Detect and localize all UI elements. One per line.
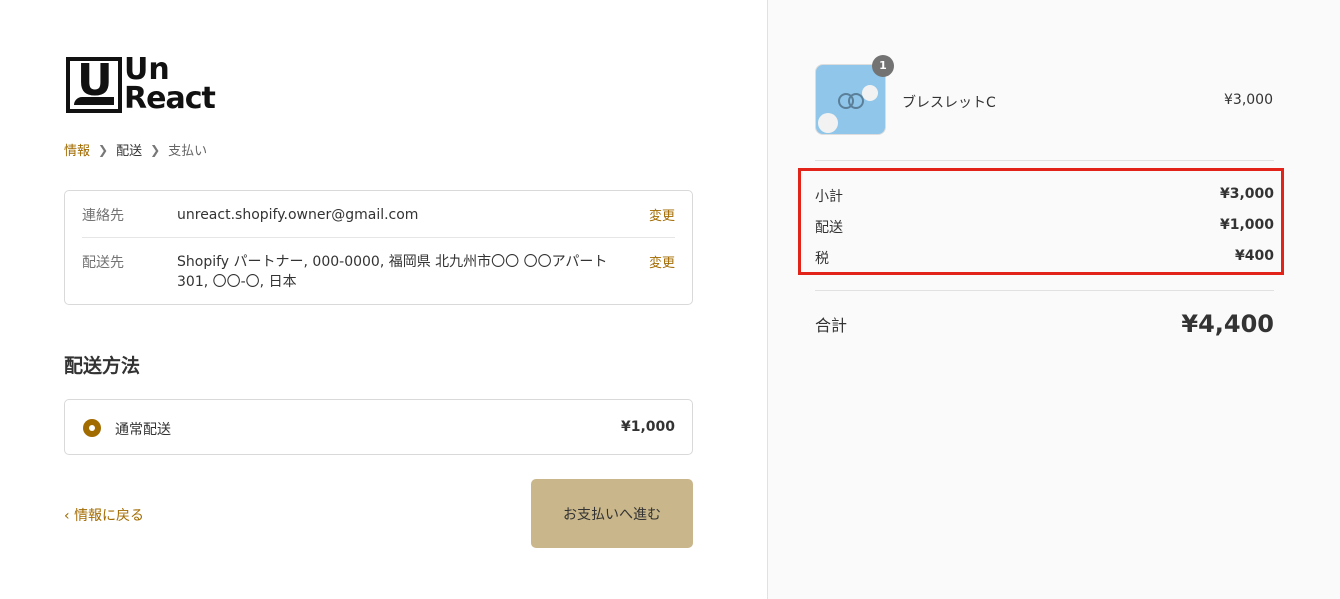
ship-to-label: 配送先 — [82, 255, 124, 271]
quantity-badge: 1 — [872, 55, 894, 77]
logo-wordmark: Un React — [124, 52, 216, 116]
contact-label: 連絡先 — [82, 208, 124, 224]
summary-divider — [815, 290, 1274, 291]
subtotal-row: 小計 ¥3,000 — [815, 186, 1274, 206]
shipping-option-label: 通常配送 — [115, 422, 171, 438]
ship-to-value: Shopify パートナー, 000-0000, 福岡県 北九州市〇〇 〇〇アパ… — [177, 254, 608, 290]
logo-mark: U — [66, 57, 122, 113]
total-label: 合計 — [815, 316, 848, 335]
product-price: ¥3,000 — [1224, 92, 1273, 108]
total-row: 合計 ¥4,400 — [815, 310, 1274, 338]
summary-divider — [815, 160, 1274, 161]
product-name: ブレスレットC — [902, 95, 996, 111]
tax-amount: ¥400 — [1235, 248, 1274, 264]
shipping-option-price: ¥1,000 — [620, 419, 675, 435]
unreact-logo[interactable]: U Un React — [66, 52, 241, 117]
radio-selected-icon[interactable] — [83, 419, 101, 437]
tax-row: 税 ¥400 — [815, 248, 1274, 268]
shipping-method-title: 配送方法 — [64, 355, 141, 377]
chevron-right-icon: ❯ — [150, 142, 161, 157]
shipping-row: 配送 ¥1,000 — [815, 217, 1274, 237]
review-box: 連絡先 unreact.shopify.owner@gmail.com 変更 配… — [64, 190, 693, 305]
subtotal-amount: ¥3,000 — [1219, 186, 1274, 202]
change-contact-link[interactable]: 変更 — [649, 205, 675, 224]
continue-to-payment-button[interactable]: お支払いへ進む — [531, 479, 693, 548]
chevron-right-icon: ❯ — [98, 142, 109, 157]
shipping-label: 配送 — [815, 220, 843, 236]
tax-label: 税 — [815, 251, 829, 267]
back-to-info-link[interactable]: ‹ 情報に戻る — [64, 505, 144, 525]
change-ship-to-link[interactable]: 変更 — [649, 252, 675, 271]
shipping-amount: ¥1,000 — [1219, 217, 1274, 233]
shipping-option[interactable]: 通常配送 ¥1,000 — [64, 399, 693, 455]
review-row-ship-to: 配送先 Shopify パートナー, 000-0000, 福岡県 北九州市〇〇 … — [82, 252, 675, 292]
breadcrumb: 情報 ❯ 配送 ❯ 支払い — [64, 140, 208, 160]
breadcrumb-shipping: 配送 — [116, 144, 143, 159]
order-summary: 1 ブレスレットC ¥3,000 小計 ¥3,000 配送 ¥1,000 税 ¥… — [767, 0, 1340, 599]
contact-value: unreact.shopify.owner@gmail.com — [177, 207, 419, 223]
back-to-info-label: 情報に戻る — [74, 508, 145, 524]
logo-line2: React — [124, 81, 216, 116]
breadcrumb-info[interactable]: 情報 — [64, 140, 90, 159]
logo-line1: Un — [124, 52, 170, 87]
logo-mark-bar — [74, 97, 114, 105]
review-divider — [82, 237, 675, 238]
checkout-main: U Un React 情報 ❯ 配送 ❯ 支払い 連絡先 unreact.sho… — [0, 0, 767, 599]
total-amount: ¥4,400 — [1181, 310, 1274, 338]
thumbnail-flower-2 — [862, 85, 878, 101]
breadcrumb-payment: 支払い — [168, 144, 208, 159]
review-row-contact: 連絡先 unreact.shopify.owner@gmail.com 変更 — [82, 205, 675, 225]
subtotal-label: 小計 — [815, 189, 843, 205]
chevron-left-icon: ‹ — [64, 508, 70, 524]
thumbnail-flower-1 — [818, 113, 838, 133]
thumbnail-ring-2 — [848, 93, 864, 109]
